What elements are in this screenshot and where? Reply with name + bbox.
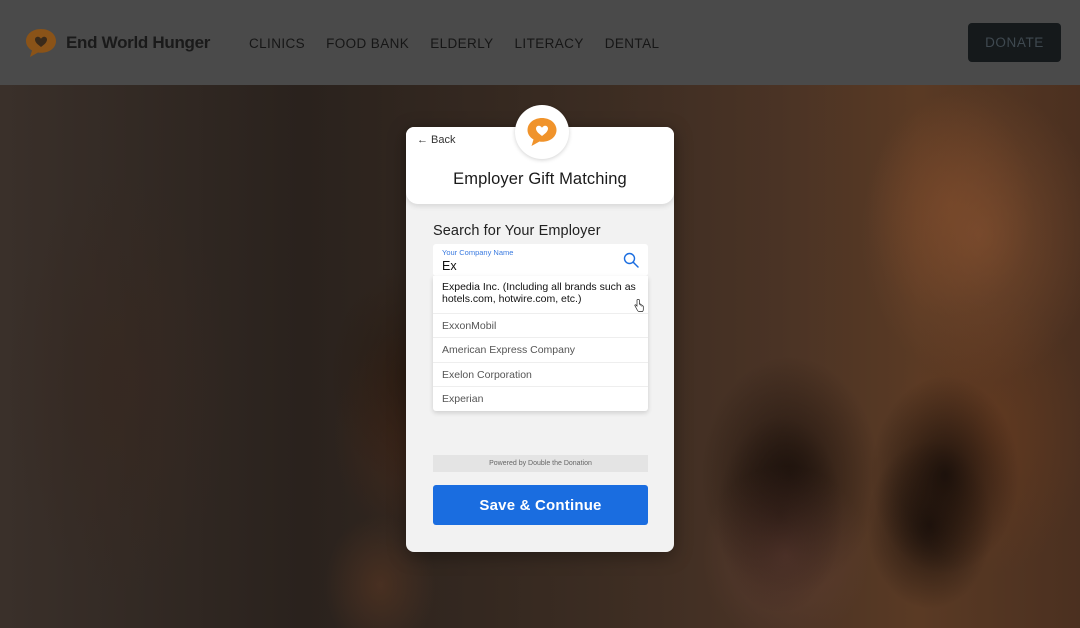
nav-item-food-bank[interactable]: FOOD BANK [326,36,409,51]
result-item[interactable]: Expedia Inc. (Including all brands such … [433,276,648,313]
search-heading: Search for Your Employer [433,223,601,239]
back-button[interactable]: ← Back [417,134,455,146]
nav-item-clinics[interactable]: CLINICS [249,36,305,51]
modal-logo [515,105,569,159]
search-results-dropdown: Expedia Inc. (Including all brands such … [433,276,648,411]
gift-matching-modal: ← Back Employer Gift Matching Search for… [406,105,674,552]
main-nav: CLINICS FOOD BANK ELDERLY LITERACY DENTA… [249,36,680,51]
brand-name: End World Hunger [66,33,211,52]
save-continue-button[interactable]: Save & Continue [433,485,648,525]
result-item[interactable]: American Express Company [433,337,648,361]
heart-speech-bubble-icon [527,118,557,146]
site-header: End World Hunger CLINICS FOOD BANK ELDER… [0,0,1080,85]
result-item[interactable]: Experian [433,386,648,410]
modal-title: Employer Gift Matching [453,170,627,188]
back-label: Back [431,134,456,146]
nav-item-elderly[interactable]: ELDERLY [430,36,493,51]
search-field-label: Your Company Name [442,248,514,257]
result-item[interactable]: Exelon Corporation [433,361,648,386]
heart-speech-bubble-icon [25,28,59,58]
arrow-left-icon: ← [417,134,428,146]
result-item[interactable]: ExxonMobil [433,313,648,337]
nav-item-literacy[interactable]: LITERACY [515,36,584,51]
brand-logo[interactable]: End World Hunger [25,28,210,58]
search-icon[interactable] [623,252,639,268]
company-search-input[interactable]: Your Company Name Ex [433,244,648,276]
result-item-label: Expedia Inc. (Including all brands such … [442,281,636,305]
donate-button[interactable]: DONATE [968,23,1061,62]
nav-item-dental[interactable]: DENTAL [605,36,660,51]
powered-by-label: Powered by Double the Donation [433,455,648,472]
hand-pointer-cursor-icon [634,299,644,312]
search-field-value: Ex [442,259,457,273]
